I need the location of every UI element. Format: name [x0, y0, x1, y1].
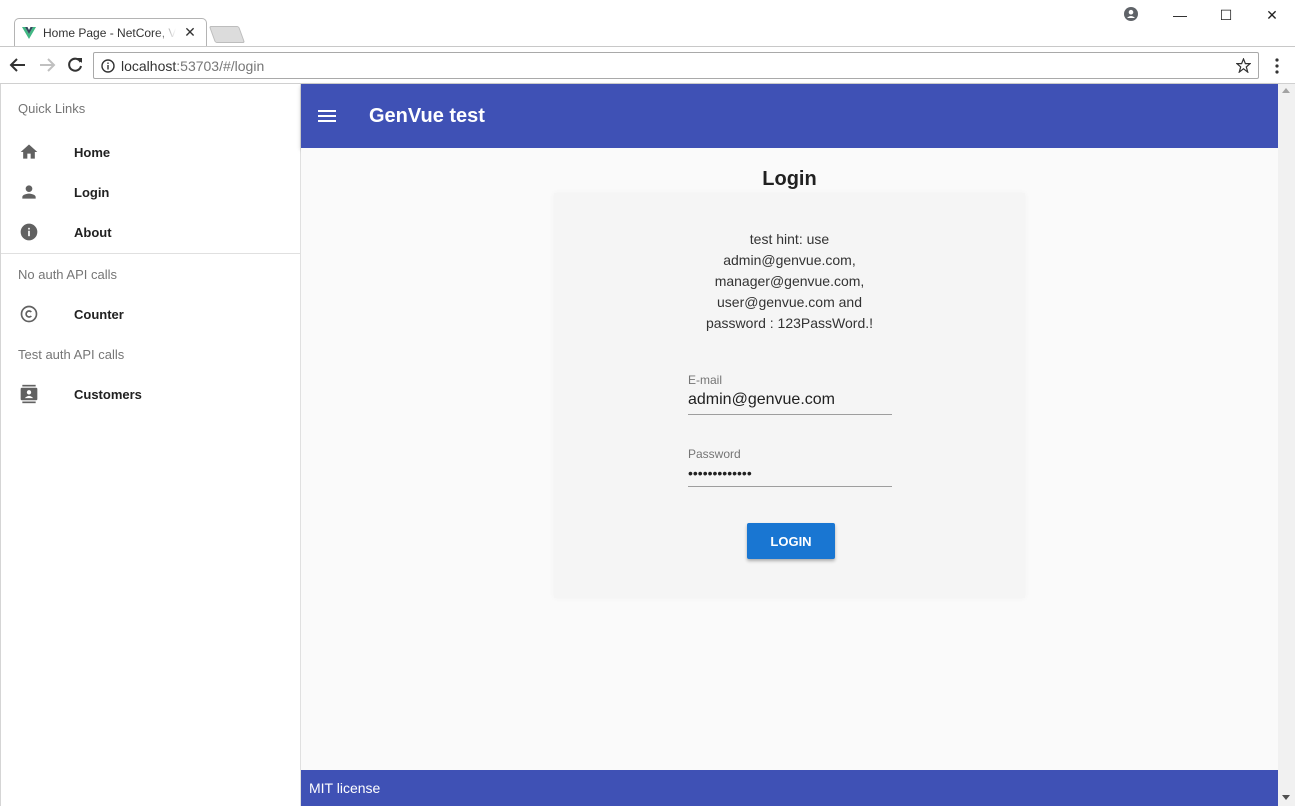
login-card: test hint: use admin@genvue.com, manager…: [554, 193, 1025, 598]
browser-titlebar: Home Page - NetCore, Vue ✕ — ☐ ✕: [0, 0, 1295, 46]
profile-icon[interactable]: [1124, 7, 1138, 21]
home-icon: [18, 141, 40, 163]
maximize-button[interactable]: ☐: [1203, 0, 1249, 30]
reload-icon: [68, 57, 82, 72]
app-footer: MIT license: [301, 770, 1278, 806]
nav-item-about[interactable]: About: [1, 212, 300, 252]
page-title: Login: [762, 168, 817, 190]
bookmark-star-icon[interactable]: [1236, 58, 1251, 73]
tab-close-icon[interactable]: ✕: [183, 24, 197, 41]
arrow-right-icon: [40, 58, 56, 72]
login-button[interactable]: LOGIN: [747, 523, 835, 559]
browser-toolbar: localhost:53703/#/login: [0, 46, 1295, 84]
arrow-left-icon: [9, 58, 25, 72]
nav-item-label: About: [74, 224, 112, 240]
email-label: E-mail: [688, 373, 723, 387]
drawer-subheader-test-auth: Test auth API calls: [18, 346, 125, 362]
address-bar[interactable]: localhost:53703/#/login: [93, 52, 1259, 79]
hint-line: admin@genvue.com,: [723, 252, 856, 268]
new-tab-button[interactable]: [208, 26, 246, 43]
menu-icon[interactable]: [315, 104, 339, 128]
password-field[interactable]: [688, 461, 892, 487]
drawer-subheader-no-auth: No auth API calls: [18, 266, 117, 282]
nav-item-login[interactable]: Login: [1, 172, 300, 212]
close-window-button[interactable]: ✕: [1249, 0, 1295, 30]
hint-line: password : 123PassWord.!: [705, 315, 874, 331]
back-button[interactable]: [8, 55, 28, 75]
scroll-down-arrow-icon[interactable]: [1282, 795, 1290, 800]
url-text: localhost:53703/#/login: [121, 58, 264, 74]
contacts-icon: [18, 383, 40, 405]
window-controls: — ☐ ✕: [1157, 0, 1295, 30]
info-icon: [18, 221, 40, 243]
hint-line: test hint: use: [749, 231, 830, 247]
copyright-icon: [18, 303, 40, 325]
drawer-subheader-quick-links: Quick Links: [18, 100, 86, 116]
main-content: Login test hint: use admin@genvue.com, m…: [301, 148, 1278, 770]
reload-button[interactable]: [65, 55, 85, 75]
person-icon: [18, 181, 40, 203]
forward-button[interactable]: [37, 55, 57, 75]
nav-item-counter[interactable]: Counter: [1, 294, 300, 334]
password-label: Password: [688, 447, 741, 461]
page-scrollbar[interactable]: [1278, 84, 1295, 806]
tab-title: Home Page - NetCore, Vue: [43, 25, 176, 40]
info-circle-icon[interactable]: [101, 58, 115, 73]
nav-item-label: Login: [74, 184, 110, 200]
password-field-group: Password: [688, 447, 892, 487]
hint-line: user@genvue.com and: [717, 294, 862, 310]
url-path: :53703/#/login: [176, 57, 265, 74]
minimize-button[interactable]: —: [1157, 0, 1203, 30]
nav-item-label: Home: [74, 144, 111, 160]
footer-text: MIT license: [309, 780, 381, 796]
url-host: localhost: [121, 57, 177, 74]
nav-item-label: Counter: [74, 306, 124, 322]
nav-item-label: Customers: [74, 386, 142, 402]
scroll-up-arrow-icon[interactable]: [1282, 88, 1290, 93]
nav-item-customers[interactable]: Customers: [1, 374, 300, 414]
more-vert-icon[interactable]: [1272, 58, 1282, 74]
hint-line: manager@genvue.com,: [714, 273, 865, 289]
vue-logo-icon: [22, 26, 36, 39]
email-field[interactable]: [688, 387, 892, 415]
login-hint: test hint: use admin@genvue.com, manager…: [694, 229, 885, 334]
nav-item-home[interactable]: Home: [1, 132, 300, 172]
browser-tab[interactable]: Home Page - NetCore, Vue ✕: [14, 18, 207, 47]
app-toolbar: GenVue test: [301, 84, 1278, 148]
navigation-drawer: Quick Links Home Login About No auth API…: [0, 84, 301, 806]
app-title: GenVue test: [369, 104, 485, 127]
email-field-group: E-mail: [688, 373, 892, 415]
